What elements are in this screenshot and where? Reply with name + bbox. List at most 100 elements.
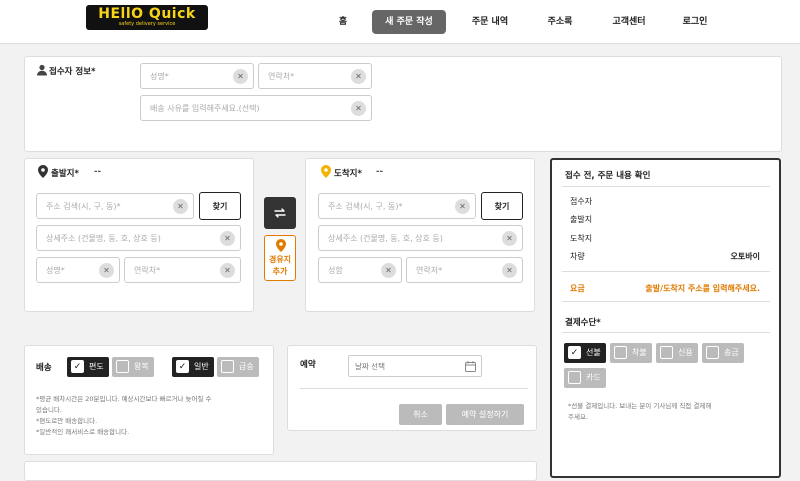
payment-option-label: 카드	[586, 373, 601, 382]
payment-note-line: 주세요.	[568, 413, 589, 421]
destination-contact-input[interactable]: 연락처* ✕	[406, 257, 523, 283]
destination-detail-placeholder: 상세주소 (건물명, 동, 호, 상호 등)	[328, 234, 443, 243]
payment-option-credit[interactable]: 신용	[656, 343, 698, 363]
origin-name-placeholder: 성명*	[46, 266, 65, 275]
checkbox-icon	[221, 360, 234, 373]
destination-name-placeholder: 성함	[328, 266, 343, 275]
payment-note: *선불 결제입니다. 보내는 분이 기사님께 직접 결제해 주세요.	[568, 401, 768, 423]
clear-icon[interactable]: ✕	[233, 69, 248, 84]
add-waypoint-button[interactable]: 경유지 추가	[264, 235, 296, 281]
nav-customer-center[interactable]: 고객센터	[600, 10, 658, 34]
checkbox-icon: ✓	[71, 360, 84, 373]
origin-label: 출발지*	[51, 169, 79, 179]
origin-contact-input[interactable]: 연락처* ✕	[124, 257, 241, 283]
payment-option-transfer[interactable]: 송금	[702, 343, 744, 363]
delivery-note: *일반적인 쾌서비스로 배송합니다.	[36, 428, 130, 436]
recipient-name-input[interactable]: 성명* ✕	[140, 63, 254, 89]
checkbox-icon: ✓	[176, 360, 189, 373]
delivery-option-one-way[interactable]: ✓ 편도	[67, 357, 109, 377]
reservation-date-input[interactable]: 날짜 선택	[348, 355, 482, 377]
payment-option-prepaid[interactable]: ✓ 선불	[564, 343, 606, 363]
summary-fee-value: 출발/도착지 주소를 입력해주세요.	[645, 284, 760, 293]
destination-dash: --	[376, 167, 384, 177]
delivery-option-label: 왕복	[134, 362, 149, 371]
nav-new-order[interactable]: 새 주문 작성	[372, 10, 446, 34]
recipient-label: 접수자 정보*	[49, 67, 96, 77]
summary-vehicle-value: 오토바이	[730, 252, 760, 261]
payment-note-line: *선불 결제입니다. 보내는 분이 기사님께 직접 결제해	[568, 402, 712, 410]
payment-option-label: 신용	[678, 348, 693, 357]
clear-icon[interactable]: ✕	[220, 263, 235, 278]
delivery-note: *편도로만 배송합니다.	[36, 417, 98, 425]
payment-option-cod[interactable]: 착불	[610, 343, 652, 363]
nav-home[interactable]: 홈	[326, 10, 360, 34]
swap-icon	[273, 206, 287, 220]
location-pin-icon	[321, 165, 331, 178]
nav-login[interactable]: 로그인	[672, 10, 718, 34]
payment-option-card[interactable]: 카드	[564, 368, 606, 388]
delivery-note: *평균 배차시간은 20분입니다. 예상시간보다 빠르거나 늦어질 수	[36, 395, 212, 403]
clear-icon[interactable]: ✕	[351, 69, 366, 84]
delivery-note: 있습니다.	[36, 406, 62, 414]
destination-label: 도착지*	[334, 169, 362, 179]
destination-name-input[interactable]: 성함 ✕	[318, 257, 402, 283]
origin-detail-placeholder: 상세주소 (건물명, 동, 호, 상호 등)	[46, 234, 161, 243]
checkbox-icon	[614, 346, 627, 359]
summary-title: 접수 전, 주문 내용 확인	[565, 171, 651, 181]
delivery-option-label: 편도	[89, 362, 104, 371]
delivery-option-express[interactable]: 급송	[217, 357, 259, 377]
delivery-option-round-trip[interactable]: 왕복	[112, 357, 154, 377]
delivery-reason-input[interactable]: 배송 사유를 입력해주세요.(선택) ✕	[140, 95, 372, 121]
divider	[300, 388, 528, 389]
summary-vehicle-label: 차량	[570, 252, 585, 261]
clear-icon[interactable]: ✕	[99, 263, 114, 278]
logo-subtext: safety delivery service	[118, 21, 176, 27]
nav-address-book[interactable]: 주소록	[536, 10, 584, 34]
calendar-icon[interactable]	[465, 361, 476, 372]
origin-dash: --	[94, 167, 102, 177]
delivery-option-normal[interactable]: ✓ 일반	[172, 357, 214, 377]
divider	[562, 271, 770, 272]
divider	[562, 186, 770, 187]
payment-option-label: 선불	[586, 348, 601, 357]
summary-fee-label: 요금	[570, 284, 585, 293]
clear-icon[interactable]: ✕	[455, 199, 470, 214]
delivery-option-label: 급송	[239, 362, 254, 371]
destination-address-placeholder: 주소 검색(시, 구, 동)*	[328, 202, 403, 211]
payment-option-label: 착불	[632, 348, 647, 357]
nav-order-history[interactable]: 주문 내역	[460, 10, 520, 34]
delivery-notes: *평균 배차시간은 20분입니다. 예상시간보다 빠르거나 늦어질 수 있습니다…	[36, 394, 268, 438]
divider	[562, 332, 770, 333]
clear-icon[interactable]: ✕	[351, 101, 366, 116]
origin-find-button[interactable]: 찾기	[199, 192, 241, 220]
destination-address-search-input[interactable]: 주소 검색(시, 구, 동)* ✕	[318, 193, 476, 219]
reservation-label: 예약	[300, 360, 316, 370]
recipient-name-placeholder: 성명*	[150, 72, 169, 81]
checkbox-icon	[568, 371, 581, 384]
recipient-card	[24, 56, 782, 152]
divider	[562, 301, 770, 302]
logo[interactable]: HEllO Quick safety delivery service	[86, 5, 208, 30]
delivery-reason-placeholder: 배송 사유를 입력해주세요.(선택)	[150, 104, 260, 113]
clear-icon[interactable]: ✕	[502, 263, 517, 278]
reservation-cancel-button[interactable]: 취소	[399, 404, 442, 425]
payment-option-label: 송금	[724, 348, 739, 357]
checkbox-icon: ✓	[568, 346, 581, 359]
recipient-contact-input[interactable]: 연락처* ✕	[258, 63, 372, 89]
reservation-set-button[interactable]: 예약 설정하기	[446, 404, 524, 425]
additional-card	[24, 461, 537, 481]
payment-method-label: 결제수단*	[565, 318, 601, 328]
location-pin-icon	[38, 165, 48, 178]
swap-button[interactable]	[264, 197, 296, 229]
clear-icon[interactable]: ✕	[502, 231, 517, 246]
origin-name-input[interactable]: 성명* ✕	[36, 257, 120, 283]
destination-find-button[interactable]: 찾기	[481, 192, 523, 220]
checkbox-icon	[706, 346, 719, 359]
clear-icon[interactable]: ✕	[381, 263, 396, 278]
destination-detail-address-input[interactable]: 상세주소 (건물명, 동, 호, 상호 등) ✕	[318, 225, 523, 251]
origin-address-search-input[interactable]: 주소 검색(시, 구, 동)* ✕	[36, 193, 194, 219]
origin-detail-address-input[interactable]: 상세주소 (건물명, 동, 호, 상호 등) ✕	[36, 225, 241, 251]
summary-row-origin: 출발지	[570, 215, 593, 224]
clear-icon[interactable]: ✕	[173, 199, 188, 214]
clear-icon[interactable]: ✕	[220, 231, 235, 246]
